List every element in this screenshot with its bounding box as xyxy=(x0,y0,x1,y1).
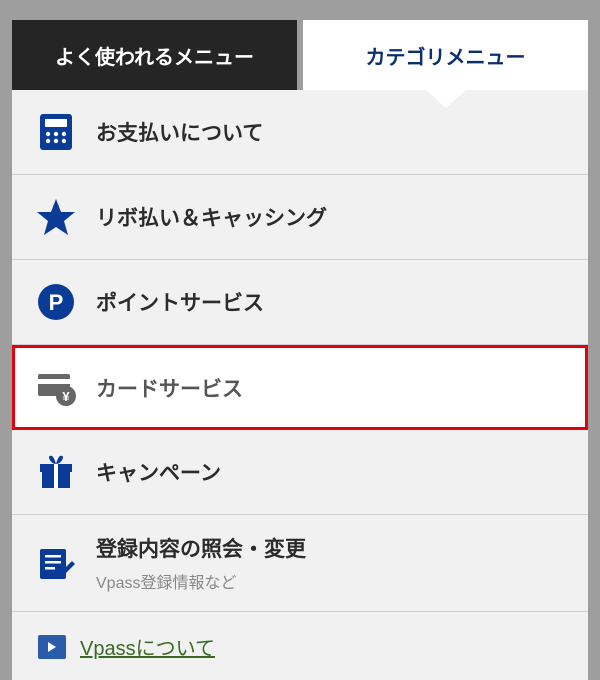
category-menu-list: お支払いについて リボ払い＆キャッシング P xyxy=(12,90,588,680)
points-p-icon: P xyxy=(34,280,78,324)
star-icon xyxy=(34,195,78,239)
play-arrow-icon xyxy=(38,635,66,659)
menu-item-label: カードサービス xyxy=(96,373,243,403)
tab-bar: よく使われるメニュー カテゴリメニュー xyxy=(12,12,588,90)
tab-category[interactable]: カテゴリメニュー xyxy=(303,20,588,90)
menu-item-payment[interactable]: お支払いについて xyxy=(12,90,588,175)
edit-document-icon xyxy=(34,541,78,585)
menu-item-label: 登録内容の照会・変更 xyxy=(96,533,306,563)
vpass-link-row[interactable]: Vpassについて xyxy=(12,612,588,680)
menu-item-points[interactable]: P ポイントサービス xyxy=(12,260,588,345)
card-yen-icon: ¥ xyxy=(34,366,78,410)
menu-item-card[interactable]: ¥ カードサービス xyxy=(12,345,588,430)
svg-text:P: P xyxy=(49,290,64,315)
vpass-link-label: Vpassについて xyxy=(80,632,215,661)
menu-item-revolving[interactable]: リボ払い＆キャッシング xyxy=(12,175,588,260)
menu-item-register[interactable]: 登録内容の照会・変更 Vpass登録情報など xyxy=(12,515,588,612)
menu-item-label: ポイントサービス xyxy=(96,287,264,317)
svg-text:¥: ¥ xyxy=(62,389,70,404)
menu-item-campaign[interactable]: キャンペーン xyxy=(12,430,588,515)
tab-category-label: カテゴリメニュー xyxy=(366,41,526,70)
gift-icon xyxy=(34,450,78,494)
menu-item-label: お支払いについて xyxy=(96,117,263,147)
menu-item-label: キャンペーン xyxy=(96,457,221,487)
tab-frequent-label: よく使われるメニュー xyxy=(55,41,254,70)
calculator-icon xyxy=(34,110,78,154)
menu-item-sublabel: Vpass登録情報など xyxy=(96,569,306,593)
menu-item-label: リボ払い＆キャッシング xyxy=(96,202,327,232)
tab-frequent[interactable]: よく使われるメニュー xyxy=(12,20,297,90)
